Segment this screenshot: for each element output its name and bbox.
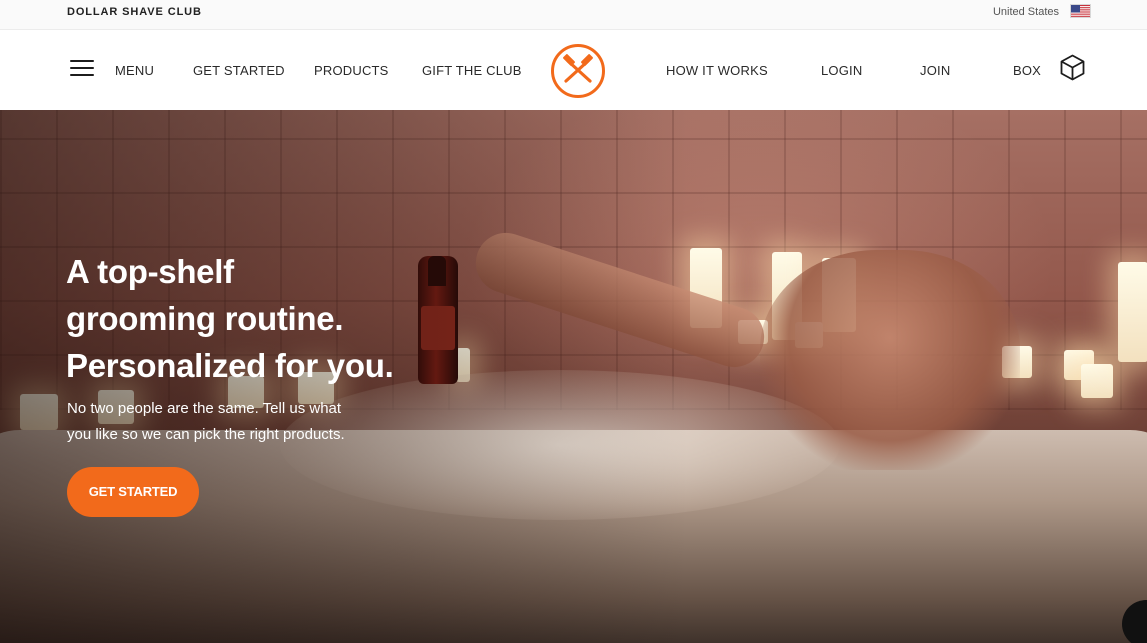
hero-heading: A top-shelf grooming routine. Personaliz… — [66, 248, 486, 389]
hero-heading-line: Personalized for you. — [66, 347, 394, 384]
nav-gift-the-club[interactable]: GIFT THE CLUB — [422, 63, 522, 78]
us-flag-icon[interactable] — [1070, 4, 1091, 18]
nav-join[interactable]: JOIN — [920, 63, 950, 78]
nav-box[interactable]: BOX — [1013, 63, 1041, 78]
hero-heading-line: grooming routine. — [66, 300, 344, 337]
nav-login[interactable]: LOGIN — [821, 63, 862, 78]
hero-subtitle: No two people are the same. Tell us what… — [67, 396, 397, 448]
crossed-razors-logo-icon[interactable] — [550, 43, 606, 99]
hero-subtitle-line: you like so we can pick the right produc… — [67, 426, 345, 443]
nav-get-started[interactable]: GET STARTED — [193, 63, 285, 78]
country-selector-label[interactable]: United States — [993, 6, 1059, 18]
nav-menu[interactable]: MENU — [115, 63, 154, 78]
hamburger-menu-icon[interactable] — [70, 58, 94, 78]
main-navigation: MENU GET STARTED PRODUCTS GIFT THE CLUB … — [0, 30, 1147, 110]
utility-bar: DOLLAR SHAVE CLUB United States — [0, 0, 1147, 30]
nav-how-it-works[interactable]: HOW IT WORKS — [666, 63, 768, 78]
hero-heading-line: A top-shelf — [66, 253, 234, 290]
nav-products[interactable]: PRODUCTS — [314, 63, 389, 78]
box-cube-icon[interactable] — [1060, 54, 1085, 81]
hero-banner: A top-shelf grooming routine. Personaliz… — [0, 110, 1147, 643]
hero-subtitle-line: No two people are the same. Tell us what — [67, 400, 342, 417]
get-started-button[interactable]: GET STARTED — [67, 467, 199, 517]
brand-wordmark[interactable]: DOLLAR SHAVE CLUB — [67, 6, 202, 18]
